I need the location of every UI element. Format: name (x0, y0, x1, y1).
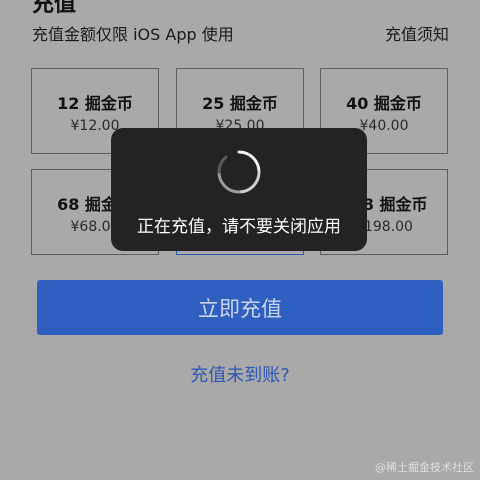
package-amount: 12 掘金币 (57, 94, 133, 113)
loading-spinner-icon (217, 150, 261, 194)
page-title: 充值 (32, 0, 77, 17)
recharge-page: 充值 充值金额仅限 iOS App 使用 充值须知 12 掘金币 ¥12.00 … (0, 0, 480, 480)
recharge-now-button[interactable]: 立即充值 (37, 280, 443, 335)
recharge-subtitle: 充值金额仅限 iOS App 使用 (32, 25, 234, 44)
package-amount: 40 掘金币 (346, 94, 422, 113)
recharge-notice-link[interactable]: 充值须知 (385, 21, 449, 45)
loading-toast-message: 正在充值，请不要关闭应用 (137, 217, 341, 237)
loading-toast: 正在充值，请不要关闭应用 (111, 128, 367, 251)
recharge-not-arrived-link[interactable]: 充值未到账? (0, 361, 480, 387)
watermark: @稀土掘金技术社区 (375, 461, 474, 474)
package-amount: 25 掘金币 (202, 94, 278, 113)
